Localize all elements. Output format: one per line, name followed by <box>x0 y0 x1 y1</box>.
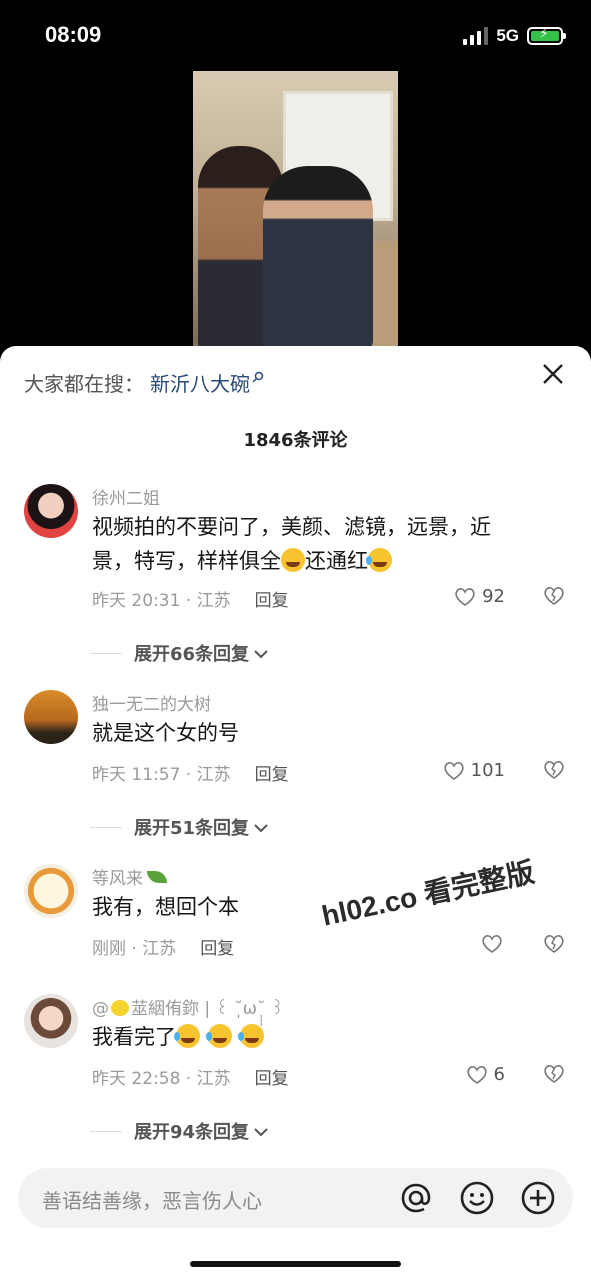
expand-replies-button[interactable]: 展开51条回复 <box>90 814 269 840</box>
like-count: 6 <box>493 1064 505 1085</box>
avatar[interactable] <box>24 994 78 1048</box>
comment-time: 昨天 22:58 · 江苏 <box>92 1069 231 1089</box>
comment-text-line: 视频拍的不要问了，美颜、滤镜，远景，近 <box>92 515 491 539</box>
chevron-down-icon <box>253 817 269 838</box>
comment-text: 我看完了 <box>92 1020 542 1054</box>
heart-icon <box>443 761 465 781</box>
comment-input-placeholder: 善语结善缘，恶言伤人心 <box>42 1189 262 1213</box>
video-person-man <box>263 166 373 351</box>
comment-text: 就是这个女的号 <box>92 721 239 745</box>
comment-meta: 昨天 22:58 · 江苏 回复 <box>92 1064 289 1089</box>
signal-icon <box>463 27 489 45</box>
comment-text: 视频拍的不要问了，美颜、滤镜，远景，近 景，特写，样样俱全 还通红 <box>92 510 542 578</box>
avatar[interactable] <box>24 690 78 744</box>
add-icon[interactable] <box>520 1180 556 1216</box>
comment-meta: 昨天 20:31 · 江苏 回复 <box>92 586 289 611</box>
like-button[interactable]: 101 <box>443 760 505 781</box>
comment-meta: 昨天 11:57 · 江苏 回复 <box>92 760 289 785</box>
search-suggestion-label: 大家都在搜： <box>24 372 144 396</box>
dislike-button[interactable] <box>543 586 565 606</box>
lemon-icon <box>111 1000 129 1016</box>
chevron-down-icon <box>253 1121 269 1142</box>
reply-button[interactable]: 回复 <box>255 586 289 611</box>
battery-icon: ⚡ <box>527 26 566 45</box>
expand-replies-button[interactable]: 展开94条回复 <box>90 1118 269 1144</box>
comment-author[interactable]: @ 莁絪侑鉨 | ꒰ ˘̩̩̩ω˘̩̩̩ ꒱ <box>92 994 284 1019</box>
status-time: 08:09 <box>45 22 102 47</box>
dislike-button[interactable] <box>543 760 565 780</box>
mention-icon[interactable] <box>398 1180 434 1216</box>
heart-icon <box>466 1065 488 1085</box>
video-player[interactable] <box>193 71 398 351</box>
comment-count: 1846条评论 <box>243 430 348 451</box>
heart-icon <box>454 587 476 607</box>
comment-sheet: 大家都在搜： 新沂八大碗 1846条评论 徐州二姐 视频拍的不要问了，美颜、滤镜… <box>0 346 591 1280</box>
emoji-icon[interactable] <box>459 1180 495 1216</box>
network-label: 5G <box>496 26 519 45</box>
heart-icon <box>481 934 503 954</box>
broken-heart-icon <box>543 760 565 780</box>
comment-time: 昨天 11:57 · 江苏 <box>92 765 231 785</box>
comment-author[interactable]: 独一无二的大树 <box>92 690 211 715</box>
laughing-crying-emoji-icon <box>174 1024 200 1048</box>
chevron-down-icon <box>253 643 269 664</box>
reply-button[interactable]: 回复 <box>200 934 234 959</box>
comment-time: 昨天 20:31 · 江苏 <box>92 591 231 611</box>
dislike-button[interactable] <box>543 1064 565 1084</box>
broken-heart-icon <box>543 586 565 606</box>
comment-author[interactable]: 等风来 <box>92 864 167 889</box>
reply-button[interactable]: 回复 <box>255 1064 289 1089</box>
like-count: 92 <box>482 586 505 607</box>
laughing-crying-emoji-icon <box>238 1024 264 1048</box>
comment-author[interactable]: 徐州二姐 <box>92 484 160 509</box>
status-indicators: 5G ⚡ <box>463 26 566 46</box>
search-suggestion-term[interactable]: 新沂八大碗 <box>150 368 250 397</box>
laughing-crying-emoji-icon <box>206 1024 232 1048</box>
like-button[interactable]: 6 <box>466 1064 505 1085</box>
avatar[interactable] <box>24 484 78 538</box>
avatar[interactable] <box>24 864 78 918</box>
shy-face-emoji-icon <box>281 548 305 572</box>
comment-time: 刚刚 · 江苏 <box>92 939 177 959</box>
like-button[interactable] <box>481 934 503 954</box>
like-button[interactable]: 92 <box>454 586 505 607</box>
comment-meta: 刚刚 · 江苏 回复 <box>92 934 234 959</box>
expand-replies-button[interactable]: 展开66条回复 <box>90 640 269 666</box>
home-indicator[interactable] <box>190 1261 401 1267</box>
leaf-icon <box>147 871 167 883</box>
dislike-button[interactable] <box>543 934 565 954</box>
search-icon <box>252 371 264 387</box>
comment-text-line: 景，特写，样样俱全 还通红 <box>92 544 542 578</box>
reply-button[interactable]: 回复 <box>255 760 289 785</box>
comment-input[interactable]: 善语结善缘，恶言伤人心 <box>18 1168 573 1228</box>
like-count: 101 <box>470 760 505 781</box>
broken-heart-icon <box>543 1064 565 1084</box>
laughing-crying-emoji-icon <box>366 548 392 572</box>
broken-heart-icon <box>543 934 565 954</box>
close-icon[interactable] <box>539 362 567 390</box>
search-suggestion[interactable]: 大家都在搜： 新沂八大碗 <box>24 368 264 397</box>
status-bar: 08:09 5G ⚡ <box>0 0 591 72</box>
